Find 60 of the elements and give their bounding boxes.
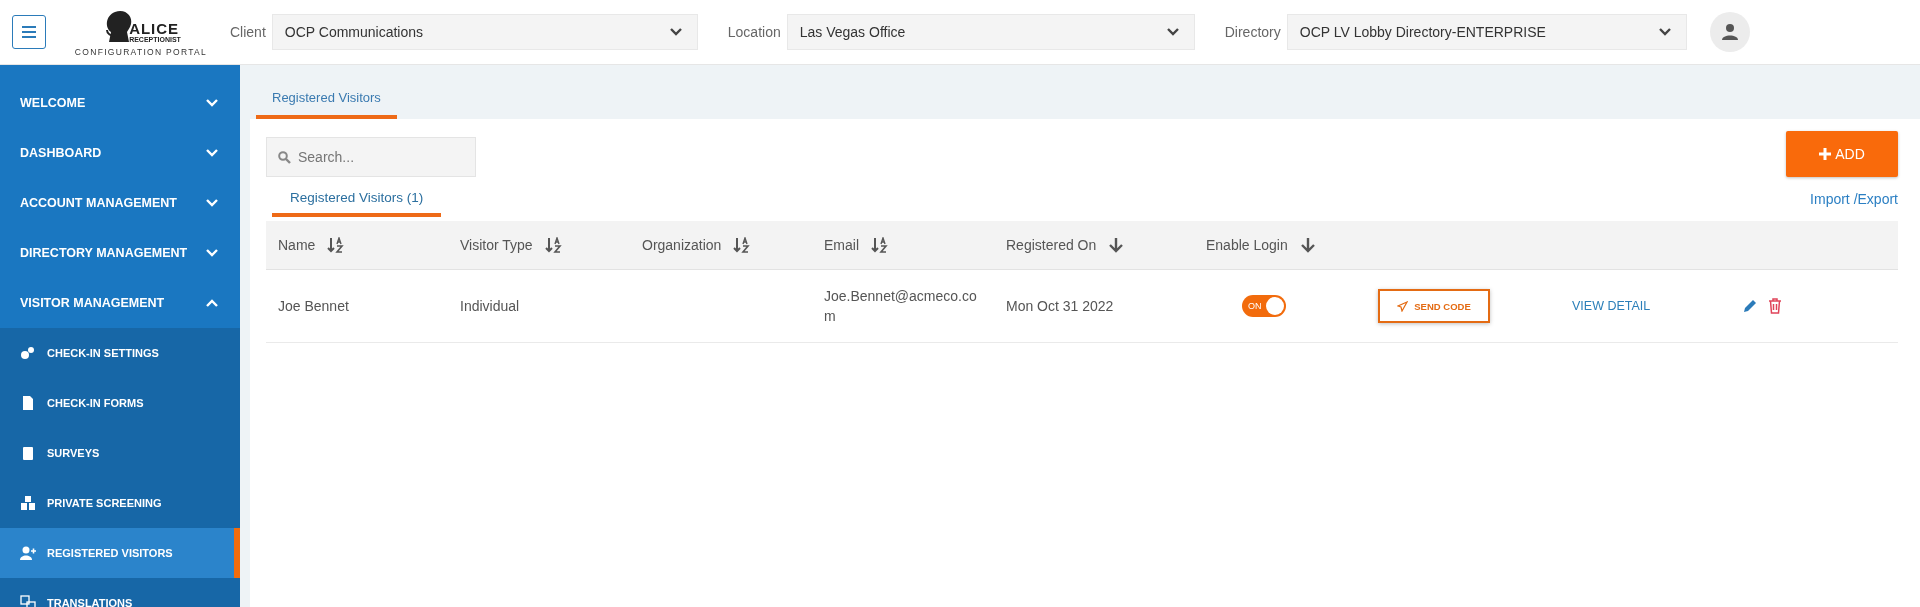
column-header[interactable]: Visitor Type (460, 237, 533, 253)
selector-label: Directory (1224, 24, 1281, 40)
form-icon (20, 395, 36, 411)
chevron-down-icon (206, 99, 218, 107)
column-header[interactable]: Enable Login (1206, 237, 1288, 253)
chevron-down-icon (1657, 27, 1672, 37)
chevron-down-icon (206, 199, 218, 207)
table-cell: Joe Bennet (278, 298, 349, 314)
sort-az-icon[interactable] (871, 237, 889, 253)
sidebar-section[interactable]: ACCOUNT MANAGEMENT (0, 178, 240, 228)
import-export-link[interactable]: Import /Export (1810, 191, 1898, 207)
selector-label: Location (727, 24, 781, 40)
sidebar-item[interactable]: TRANSLATIONS (0, 578, 240, 607)
column-header[interactable]: Email (824, 237, 859, 253)
chevron-up-icon (206, 299, 218, 307)
menu-button[interactable] (12, 15, 46, 49)
arrow-down-icon[interactable] (1299, 237, 1316, 253)
search-field[interactable]: Search... (266, 137, 476, 177)
chevron-down-icon (206, 249, 218, 257)
send-code-button[interactable]: SEND CODE (1378, 289, 1490, 323)
edit-icon[interactable] (1742, 298, 1758, 314)
sidebar-section[interactable]: DIRECTORY MANAGEMENT (0, 228, 240, 278)
user-avatar[interactable] (1709, 12, 1750, 52)
view-detail-link[interactable]: VIEW DETAIL (1572, 299, 1712, 313)
sidebar-item[interactable]: CHECK-IN FORMS (0, 378, 240, 428)
column-header[interactable]: Registered On (1006, 237, 1097, 253)
sort-az-icon[interactable] (733, 237, 752, 253)
sidebar-section[interactable]: DASHBOARD (0, 128, 240, 178)
sidebar-item[interactable]: CHECK-IN SETTINGS (0, 328, 240, 378)
plus-icon (1819, 148, 1832, 160)
menu-icon (21, 25, 37, 39)
sidebar-section[interactable]: VISITOR MANAGEMENT (0, 278, 240, 328)
column-header[interactable]: Organization (642, 237, 722, 253)
chevron-down-icon (206, 149, 218, 157)
arrow-down-icon[interactable] (1108, 237, 1125, 253)
logo-subtitle: CONFIGURATION PORTAL (74, 46, 208, 57)
dropdown-field[interactable]: OCP Communications (271, 14, 698, 50)
dropdown-field[interactable]: Las Vegas Office (786, 14, 1195, 50)
sidebar-section[interactable]: WELCOME (0, 78, 240, 128)
list-tab[interactable]: Registered Visitors (1) (272, 181, 442, 217)
user-icon (1720, 23, 1739, 41)
logo-name: ALICE (129, 21, 181, 36)
table-cell: Mon Oct 31 2022 (1006, 298, 1114, 314)
sort-az-icon[interactable] (327, 237, 346, 253)
sidebar-item[interactable]: REGISTERED VISITORS (0, 528, 240, 578)
user-plus-icon (20, 545, 36, 561)
sidebar-item[interactable]: PRIVATE SCREENING (0, 478, 240, 528)
boxes-icon (20, 495, 36, 511)
column-header[interactable]: Name (278, 237, 316, 253)
chevron-down-icon (1165, 27, 1180, 37)
paper-plane-icon (1397, 300, 1409, 312)
table-cell-text: Joe.Bennet@acmeco.com (824, 287, 978, 326)
delete-icon[interactable] (1768, 298, 1782, 314)
chevron-down-icon (668, 27, 683, 37)
selector-label: Client (230, 24, 266, 40)
table-cell: Individual (460, 298, 520, 314)
sort-az-icon[interactable] (544, 237, 563, 253)
dropdown-field[interactable]: OCP LV Lobby Directory-ENTERPRISE (1286, 14, 1687, 50)
sidebar-item[interactable]: SURVEYS (0, 428, 240, 478)
login-toggle[interactable]: ON (1242, 295, 1286, 317)
